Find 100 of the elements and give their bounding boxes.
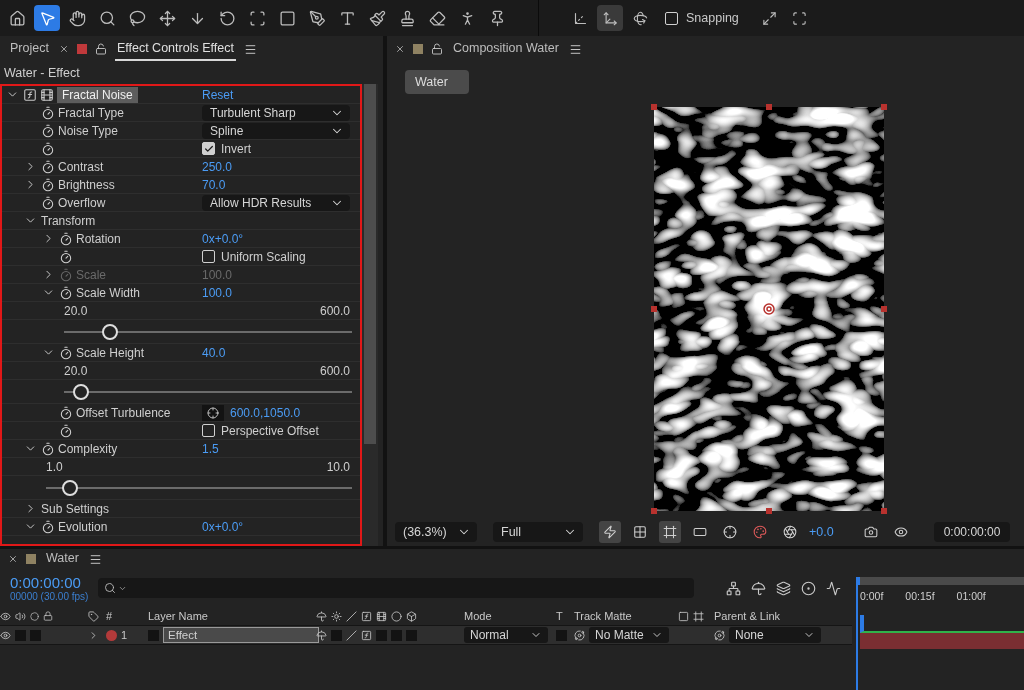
- timecode[interactable]: 0:00:00:00: [933, 522, 1011, 542]
- panel-tab[interactable]: Water: [44, 547, 81, 571]
- slider-thumb[interactable]: [62, 479, 79, 496]
- panel-tab[interactable]: Project: [8, 37, 51, 61]
- switch-box[interactable]: [391, 629, 402, 641]
- track-matte-dropdown[interactable]: No Matte: [589, 627, 669, 643]
- film-icon: [376, 610, 387, 622]
- switch-box[interactable]: [148, 629, 159, 641]
- stopwatch-icon[interactable]: [41, 123, 55, 138]
- value-field[interactable]: 40.0: [202, 345, 226, 360]
- value-field[interactable]: 1.5: [202, 441, 219, 456]
- layer-row[interactable]: 1 Effect Normal No Matte None: [0, 626, 852, 645]
- eraser-icon: [428, 9, 446, 27]
- cube-icon: [406, 610, 417, 622]
- effect-name[interactable]: Fractal Noise: [57, 86, 138, 103]
- stopwatch-icon[interactable]: [41, 195, 55, 210]
- close-icon: [58, 44, 69, 54]
- home-icon: [8, 9, 26, 27]
- checkbox[interactable]: [665, 11, 678, 25]
- ruler-label: 0:00f: [860, 590, 884, 602]
- slider-thumb[interactable]: [102, 323, 119, 340]
- stopwatch-icon[interactable]: [59, 285, 73, 300]
- speaker-icon: [15, 610, 26, 622]
- composition-button[interactable]: Water: [405, 70, 469, 94]
- property-label: Transform: [41, 213, 96, 228]
- stopwatch-icon[interactable]: [41, 177, 55, 192]
- search-field[interactable]: [98, 578, 695, 598]
- menu-icon: [88, 552, 102, 566]
- property-label: Scale: [76, 267, 107, 282]
- checker-icon: [633, 525, 647, 539]
- value-field[interactable]: 0x+0.0°: [202, 519, 244, 534]
- stopwatch-icon[interactable]: [41, 141, 55, 156]
- point-picker-button[interactable]: [202, 404, 224, 421]
- expand-icon: [762, 10, 778, 26]
- breadcrumb: Water - Effect: [4, 66, 80, 80]
- frame-info: 00000 (30.00 fps): [10, 591, 89, 602]
- zoom-icon: [98, 9, 116, 27]
- value-field[interactable]: 0x+0.0°: [202, 231, 244, 246]
- dropdown[interactable]: Spline: [202, 122, 350, 139]
- switch-box[interactable]: [406, 629, 417, 641]
- dropdown[interactable]: Allow HDR Results: [202, 194, 350, 211]
- switch-box[interactable]: [30, 629, 41, 641]
- current-time[interactable]: 0:00:00:00: [10, 574, 89, 591]
- stopwatch-icon[interactable]: [59, 345, 73, 360]
- rotate-icon: [218, 9, 236, 27]
- stopwatch-icon[interactable]: [59, 249, 73, 264]
- anchor-point-icon[interactable]: [763, 303, 775, 315]
- value-field[interactable]: 250.0: [202, 159, 233, 174]
- slash-icon: [346, 610, 357, 622]
- scrollbar[interactable]: [362, 84, 378, 546]
- value-field[interactable]: 70.0: [202, 177, 226, 192]
- crosshair-icon: [207, 406, 219, 419]
- stopwatch-icon[interactable]: [41, 105, 55, 120]
- checkbox[interactable]: [202, 142, 215, 155]
- switch-box[interactable]: [376, 629, 387, 641]
- mask-icon: [663, 525, 677, 539]
- lock-icon: [43, 611, 53, 621]
- zoom-dropdown[interactable]: (36.3%): [395, 522, 477, 542]
- resolution-dropdown[interactable]: Full: [493, 522, 583, 542]
- circle-icon: [391, 610, 402, 622]
- checkbox[interactable]: [202, 250, 215, 263]
- column-header: Layer Name: [148, 610, 208, 622]
- panel-tab[interactable]: Effect Controls Effect: [114, 37, 236, 61]
- stopwatch-icon[interactable]: [41, 159, 55, 174]
- property-label: Noise Type: [58, 123, 118, 138]
- tool-button[interactable]: [34, 5, 60, 31]
- lasso-icon: [128, 9, 146, 27]
- view-toggle-button[interactable]: [659, 521, 681, 543]
- switch-box[interactable]: [15, 629, 26, 641]
- column-header: Track Matte: [574, 610, 632, 622]
- exposure-value[interactable]: +0.0: [809, 525, 834, 539]
- stopwatch-icon[interactable]: [41, 441, 55, 456]
- property-label: Fractal Type: [58, 105, 124, 120]
- axis-mode-button[interactable]: [597, 5, 623, 31]
- pickwhip-icon: [574, 629, 585, 641]
- lock-icon: [94, 43, 107, 55]
- parent-dropdown[interactable]: None: [729, 627, 821, 643]
- checkbox[interactable]: [202, 424, 215, 437]
- stopwatch-icon[interactable]: [41, 519, 55, 534]
- stopwatch-icon[interactable]: [59, 423, 73, 438]
- property-label: Scale Height: [76, 345, 145, 360]
- layer-name-field[interactable]: Effect: [163, 627, 319, 643]
- property-label: Brightness: [58, 177, 115, 192]
- lightning-icon: [603, 525, 617, 539]
- layers-icon: [776, 580, 792, 596]
- value-field[interactable]: 100.0: [202, 285, 233, 300]
- value-field[interactable]: 600.0,1050.0: [230, 405, 301, 420]
- close-icon: [8, 554, 18, 564]
- view-toggle-button[interactable]: [599, 521, 621, 543]
- panel-tab[interactable]: Composition Water: [451, 37, 561, 61]
- reset-link[interactable]: Reset: [202, 87, 234, 102]
- label-color-dot[interactable]: [106, 629, 117, 641]
- switch-box[interactable]: [556, 629, 567, 641]
- mode-dropdown[interactable]: Normal: [464, 627, 548, 643]
- stopwatch-icon[interactable]: [59, 405, 73, 420]
- slider-min: 20.0: [64, 363, 88, 378]
- stopwatch-icon[interactable]: [59, 231, 73, 246]
- switch-box[interactable]: [331, 629, 342, 641]
- slider-thumb[interactable]: [73, 383, 90, 400]
- dropdown[interactable]: Turbulent Sharp: [202, 104, 350, 121]
